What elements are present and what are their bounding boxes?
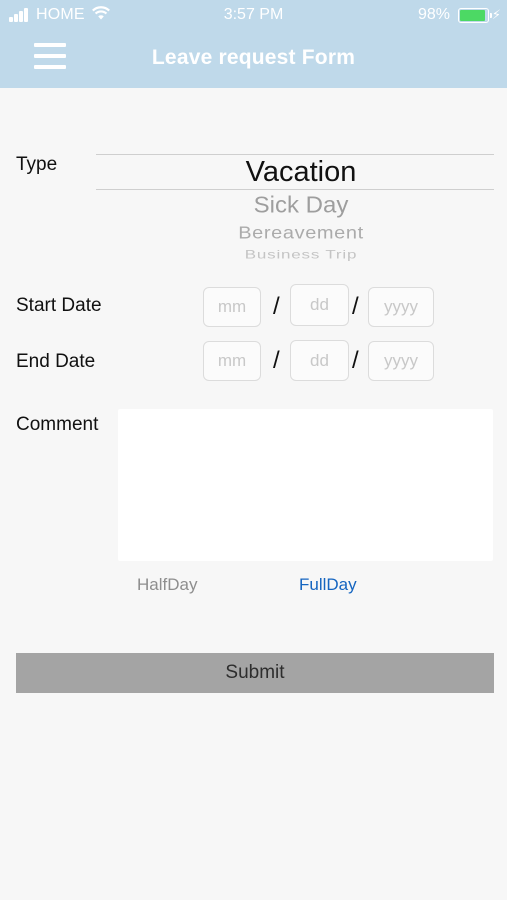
picker-option-sick-day[interactable]: Sick Day (96, 193, 494, 220)
picker-option-bereavement[interactable]: Bereavement (96, 223, 494, 243)
status-bar: HOME 3:57 PM 98% ⚡ (0, 0, 507, 30)
picker-option-business-trip[interactable]: Business Trip (96, 248, 494, 262)
start-date-month-input[interactable]: mm (203, 287, 261, 327)
start-date-label: Start Date (16, 295, 102, 316)
end-date-month-input[interactable]: mm (203, 341, 261, 381)
start-date-separator: / (352, 293, 359, 320)
end-date-separator: / (273, 347, 280, 374)
end-date-day-input[interactable]: dd (290, 340, 349, 381)
page-title: Leave request Form (151, 46, 356, 69)
battery-percentage: 98% (417, 6, 450, 23)
charging-bolt-icon: ⚡ (491, 7, 501, 22)
end-date-separator: / (352, 347, 359, 374)
submit-button[interactable]: Submit (16, 653, 494, 693)
start-date-separator: / (273, 293, 280, 320)
start-date-day-input[interactable]: dd (290, 284, 349, 326)
fullday-option[interactable]: FullDay (299, 575, 357, 595)
comment-textarea[interactable] (118, 409, 493, 561)
picker-selection-line-top (96, 154, 494, 155)
app-header: HOME 3:57 PM 98% ⚡ Leave request Form (0, 0, 507, 88)
leave-type-picker[interactable]: Vacation Sick Day Bereavement Business T… (96, 148, 494, 262)
picker-selection-line-bottom (96, 189, 494, 190)
start-date-year-input[interactable]: yyyy (368, 287, 434, 327)
end-date-label: End Date (16, 351, 96, 372)
end-date-year-input[interactable]: yyyy (368, 341, 434, 381)
halfday-option[interactable]: HalfDay (137, 575, 197, 595)
comment-label: Comment (16, 414, 99, 435)
battery-icon (458, 8, 492, 23)
picker-option-vacation[interactable]: Vacation (96, 156, 494, 189)
type-label: Type (16, 154, 58, 175)
